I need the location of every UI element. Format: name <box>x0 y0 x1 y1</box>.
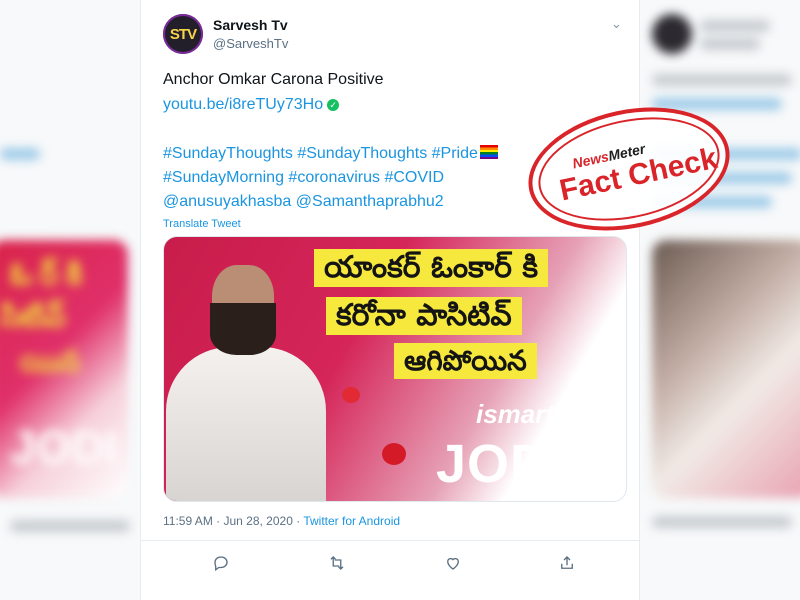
hashtag-links[interactable]: #SundayThoughts #SundayThoughts #Pride <box>163 145 478 162</box>
verified-check-icon: ✓ <box>327 98 340 111</box>
like-icon[interactable] <box>437 548 469 578</box>
tweet-text-line: Anchor Omkar Carona Positive <box>163 71 384 88</box>
show-logo-small: ismart <box>476 399 555 429</box>
reply-icon[interactable] <box>205 548 237 578</box>
show-logo-big: JODI <box>436 434 567 494</box>
media-caption-line-2: కరోనా పాసిటివ్ <box>326 297 522 335</box>
tweet-card[interactable]: STV Sarvesh Tv @SarveshTv ⌄ Anchor Omkar… <box>141 0 639 600</box>
tweet-source[interactable]: Twitter for Android <box>303 514 400 528</box>
mentions-line[interactable]: @anusuyakhasba @Samanthaprabhu2 <box>163 192 444 212</box>
tweet-link[interactable]: youtu.be/i8reTUy73Ho <box>163 96 323 113</box>
tweet-meta: 11:59 AM · Jun 28, 2020 · Twitter for An… <box>163 514 400 528</box>
divider <box>141 540 639 541</box>
hashtags-line-2[interactable]: #SundayMorning #coronavirus #COVID <box>163 168 444 188</box>
rose-icon <box>382 443 406 465</box>
tweet-timestamp[interactable]: 11:59 AM · Jun 28, 2020 · <box>163 514 303 528</box>
retweet-icon[interactable] <box>321 548 353 578</box>
rose-icon <box>342 387 360 403</box>
user-handle[interactable]: @SarveshTv <box>213 36 288 51</box>
hashtags-line-1[interactable]: #SundayThoughts #SundayThoughts #Pride <box>163 144 498 164</box>
share-icon[interactable] <box>551 548 583 578</box>
chevron-down-icon[interactable]: ⌄ <box>611 16 622 32</box>
tweet-actions <box>141 548 639 578</box>
media-caption-line-1: యాంకర్ ఓంకార్ కి <box>314 249 549 287</box>
person-figure <box>166 347 326 501</box>
display-name[interactable]: Sarvesh Tv <box>213 17 288 33</box>
media-caption-line-3: ఆగిపోయిన <box>394 343 537 379</box>
person-beard <box>210 303 276 355</box>
tweet-media-image[interactable]: యాంకర్ ఓంకార్ కి కరోనా పాసిటివ్ ఆగిపోయిన… <box>163 236 627 502</box>
blurred-left-panel: ఓ ర్ కి సిటివ్ యిన JODI <box>0 0 140 600</box>
blurred-right-panel <box>640 0 800 600</box>
tweet-link-row: youtu.be/i8reTUy73Ho ✓ <box>163 95 340 115</box>
translate-tweet-link[interactable]: Translate Tweet <box>163 218 241 230</box>
rainbow-flag-icon <box>479 145 498 159</box>
avatar[interactable]: STV <box>163 14 203 54</box>
